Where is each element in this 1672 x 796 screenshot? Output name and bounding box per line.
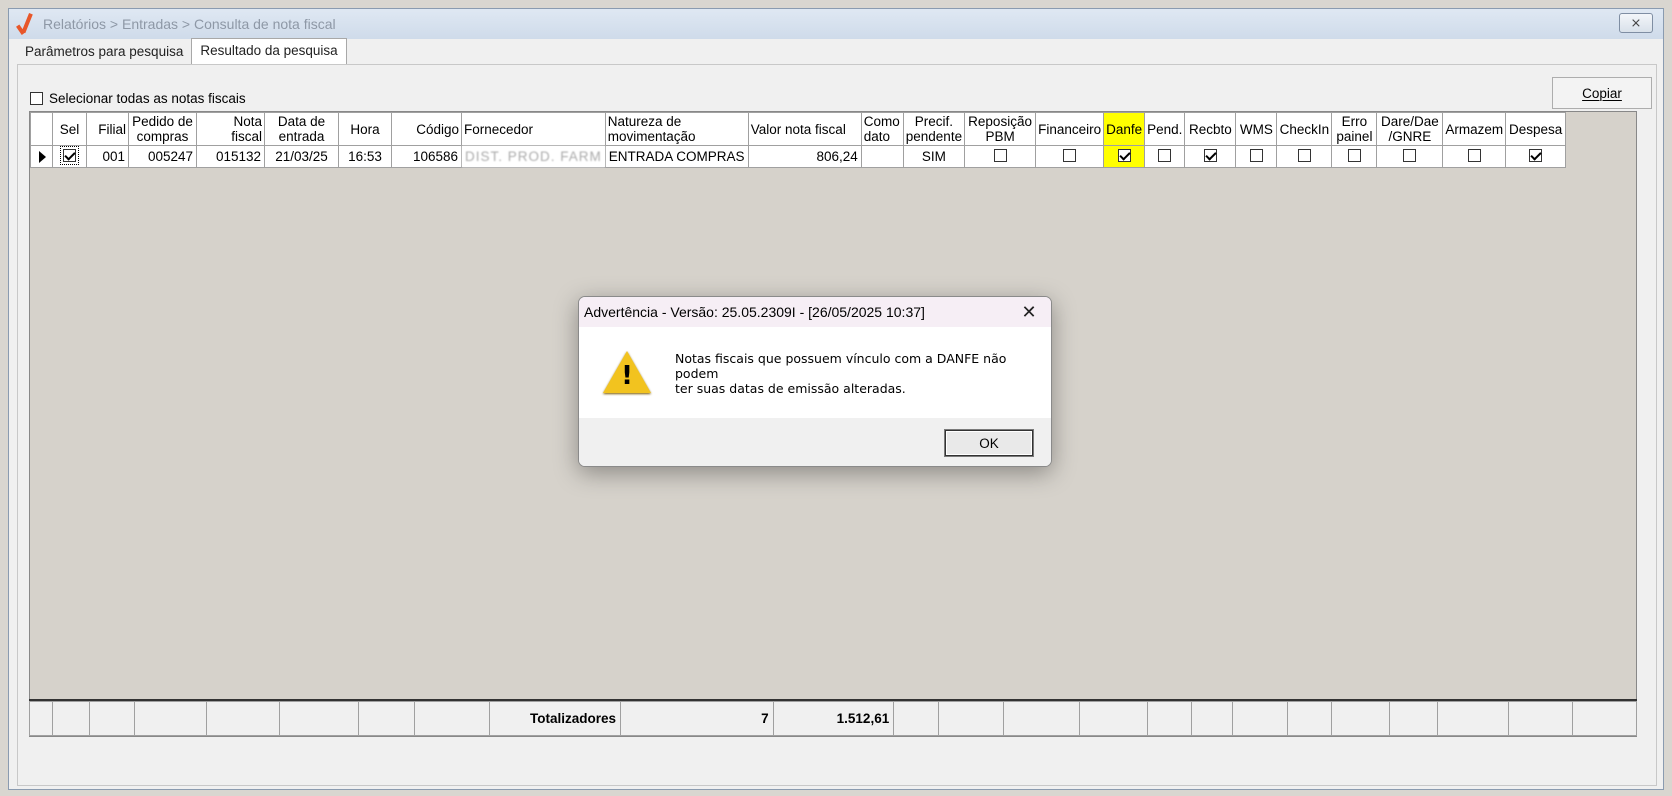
tab-parametros[interactable]: Parâmetros para pesquisa [17, 40, 191, 64]
cell-danfe[interactable] [1103, 145, 1146, 168]
totals-count: 7 [620, 701, 774, 736]
app-logo-icon [15, 13, 37, 35]
header-pend[interactable]: Pend. [1144, 112, 1186, 146]
cell-financeiro[interactable] [1035, 145, 1105, 168]
header-checkin[interactable]: CheckIn [1276, 112, 1333, 146]
dialog-close-icon[interactable]: ✕ [1019, 302, 1039, 322]
window-title: Relatórios > Entradas > Consulta de nota… [43, 16, 336, 32]
header-precif[interactable]: Precif. pendente [902, 112, 966, 146]
despesa-checkbox[interactable] [1529, 148, 1543, 162]
header-armazem[interactable]: Armazem [1442, 112, 1507, 146]
totals-sum: 1.512,61 [772, 701, 895, 736]
warning-dialog: Advertência - Versão: 25.05.2309I - [26/… [578, 296, 1052, 467]
wms-checkbox[interactable] [1249, 148, 1263, 162]
dialog-title: Advertência - Versão: 25.05.2309I - [26/… [579, 297, 1051, 327]
results-table: Sel Filial Pedido de compras Nota fiscal … [30, 112, 1567, 168]
header-recbto[interactable]: Recbto [1184, 112, 1237, 146]
header-pedido[interactable]: Pedido de compras [128, 112, 197, 146]
select-all-checkbox[interactable]: Selecionar todas as notas fiscais [30, 91, 246, 106]
table-row[interactable]: 001 005247 015132 21/03/25 16:53 106586 … [30, 145, 1567, 168]
cell-nota: 015132 [196, 145, 265, 168]
warning-icon: ! [603, 351, 651, 395]
checkbox-icon[interactable] [30, 92, 43, 105]
window-close-button[interactable]: ⨯ [1619, 13, 1653, 33]
cell-pend[interactable] [1144, 145, 1186, 168]
select-all-label: Selecionar todas as notas fiscais [49, 91, 246, 106]
recbto-checkbox[interactable] [1203, 148, 1217, 162]
header-hora[interactable]: Hora [338, 112, 392, 146]
header-nota[interactable]: Nota fiscal [196, 112, 265, 146]
row-indicator-icon [30, 145, 53, 168]
dare-checkbox[interactable] [1403, 148, 1417, 162]
ok-button[interactable]: OK [945, 430, 1033, 456]
cell-despesa[interactable] [1505, 145, 1567, 168]
header-natureza[interactable]: Natureza de movimentação [604, 112, 749, 146]
cell-data: 21/03/25 [264, 145, 339, 168]
sel-checkbox[interactable] [60, 146, 79, 165]
cell-wms[interactable] [1235, 145, 1278, 168]
header-danfe[interactable]: Danfe [1103, 112, 1146, 146]
cell-reposicao[interactable] [964, 145, 1037, 168]
dialog-footer: OK [579, 418, 1051, 466]
dialog-message: Notas fiscais que possuem vínculo com a … [675, 350, 1007, 396]
header-dare[interactable]: Dare/Dae/GNRE [1376, 112, 1444, 146]
copy-button[interactable]: Copiar [1552, 77, 1652, 109]
armazem-checkbox[interactable] [1467, 148, 1481, 162]
header-reposicao[interactable]: Reposição PBM [964, 112, 1037, 146]
cell-dare[interactable] [1376, 145, 1444, 168]
cell-erro[interactable] [1331, 145, 1378, 168]
pend-checkbox[interactable] [1158, 148, 1172, 162]
cell-precif: SIM [902, 145, 966, 168]
title-bar: Relatórios > Entradas > Consulta de nota… [9, 9, 1663, 39]
header-valor[interactable]: Valor nota fiscal [747, 112, 862, 146]
header-despesa[interactable]: Despesa [1505, 112, 1567, 146]
cell-checkin[interactable] [1276, 145, 1333, 168]
header-financeiro[interactable]: Financeiro [1035, 112, 1105, 146]
header-wms[interactable]: WMS [1235, 112, 1278, 146]
cell-recbto[interactable] [1184, 145, 1237, 168]
cell-fornecedor: DIST. PROD. FARM [461, 145, 606, 168]
cell-filial: 001 [86, 145, 129, 168]
erro-checkbox[interactable] [1347, 148, 1361, 162]
cell-valor: 806,24 [747, 145, 862, 168]
cell-hora: 16:53 [338, 145, 392, 168]
reposicao-checkbox[interactable] [993, 148, 1007, 162]
header-row: Sel Filial Pedido de compras Nota fiscal … [30, 112, 1567, 146]
header-erro[interactable]: Erro painel [1331, 112, 1378, 146]
tab-strip: Parâmetros para pesquisa Resultado da pe… [17, 38, 347, 64]
cell-pedido: 005247 [128, 145, 197, 168]
cell-sel[interactable] [52, 145, 87, 168]
header-como-dato[interactable]: Como dato [860, 112, 904, 146]
cell-codigo: 106586 [391, 145, 462, 168]
close-icon: ⨯ [1630, 15, 1642, 30]
header-data[interactable]: Data de entrada [264, 112, 339, 146]
header-fornecedor[interactable]: Fornecedor [461, 112, 606, 146]
checkin-checkbox[interactable] [1297, 148, 1311, 162]
totals-label: Totalizadores [488, 701, 622, 736]
totals-row: Totalizadores 7 1.512,61 [28, 699, 1638, 737]
financeiro-checkbox[interactable] [1063, 148, 1077, 162]
cell-natureza: ENTRADA COMPRAS [604, 145, 749, 168]
dialog-body: ! Notas fiscais que possuem vínculo com … [579, 327, 1051, 419]
tab-resultado[interactable]: Resultado da pesquisa [191, 38, 347, 64]
header-filial[interactable]: Filial [86, 112, 129, 146]
cell-armazem[interactable] [1442, 145, 1507, 168]
header-sel[interactable]: Sel [52, 112, 87, 146]
header-codigo[interactable]: Código [391, 112, 462, 146]
danfe-checkbox[interactable] [1117, 148, 1131, 162]
header-indicator [30, 112, 53, 146]
cell-como-dato [860, 145, 904, 168]
